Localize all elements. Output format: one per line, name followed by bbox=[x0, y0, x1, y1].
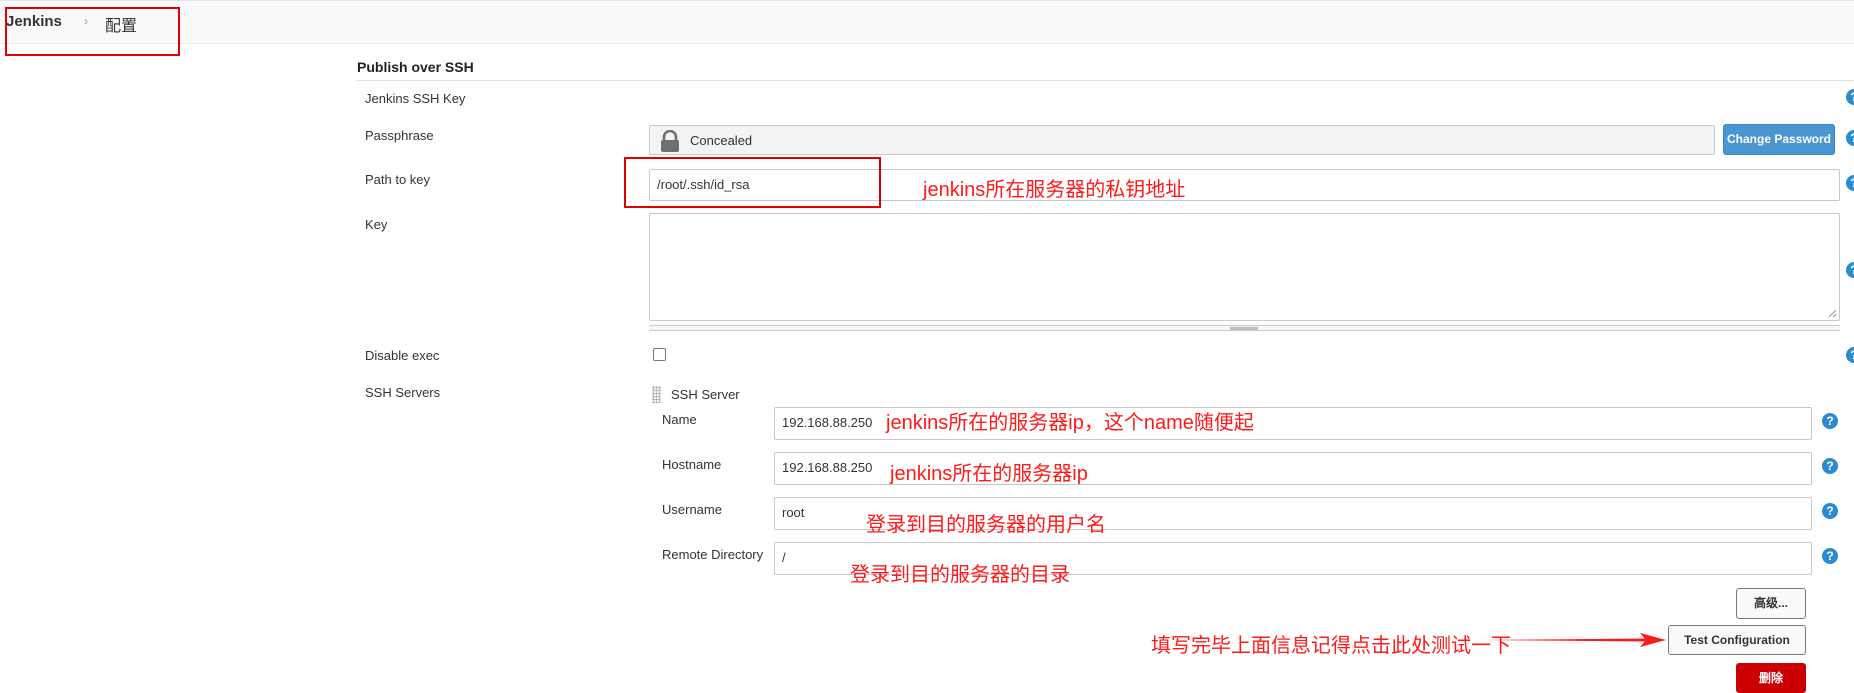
remote-directory-label: Remote Directory bbox=[662, 547, 764, 562]
ssh-servers-label: SSH Servers bbox=[365, 385, 441, 400]
ssh-key-label: Jenkins SSH Key bbox=[365, 91, 466, 106]
lock-icon bbox=[661, 130, 679, 152]
hostname-label: Hostname bbox=[662, 457, 722, 472]
annotation-path: jenkins所在服务器的私钥地址 bbox=[923, 179, 1186, 201]
help-icon-disable-exec[interactable]: ? bbox=[1846, 347, 1854, 363]
help-icon-username[interactable]: ? bbox=[1822, 503, 1838, 519]
help-icon-ssh-key[interactable]: ? bbox=[1846, 89, 1854, 105]
passphrase-value: Concealed bbox=[690, 133, 753, 148]
resize-handle-icon[interactable] bbox=[1827, 308, 1837, 318]
help-icon-remote-directory[interactable]: ? bbox=[1822, 548, 1838, 564]
help-icon-path[interactable]: ? bbox=[1846, 175, 1854, 191]
section-divider bbox=[357, 80, 1854, 81]
annotation-test: 填写完毕上面信息记得点击此处测试一下 bbox=[1151, 635, 1511, 657]
help-icon-server-name[interactable]: ? bbox=[1822, 413, 1838, 429]
section-title: Publish over SSH bbox=[357, 59, 474, 75]
annotation-hostname: jenkins所在的服务器ip bbox=[890, 463, 1088, 485]
ssh-server-title: SSH Server bbox=[671, 387, 740, 402]
grip-icon bbox=[1230, 327, 1258, 330]
key-label: Key bbox=[365, 217, 388, 232]
delete-button[interactable]: 删除 bbox=[1736, 663, 1806, 693]
disable-exec-checkbox[interactable] bbox=[653, 348, 666, 361]
username-label: Username bbox=[662, 502, 722, 517]
server-name-label: Name bbox=[662, 412, 697, 427]
help-icon-hostname[interactable]: ? bbox=[1822, 458, 1838, 474]
help-icon-key[interactable]: ? bbox=[1846, 262, 1854, 278]
path-to-key-label: Path to key bbox=[365, 172, 431, 187]
annotation-username: 登录到目的服务器的用户名 bbox=[866, 514, 1106, 536]
annotation-remote-directory: 登录到目的服务器的目录 bbox=[850, 564, 1070, 586]
annotation-box-path bbox=[624, 157, 881, 208]
help-icon-passphrase[interactable]: ? bbox=[1846, 130, 1854, 146]
drag-handle-icon[interactable] bbox=[652, 386, 661, 403]
test-configuration-button[interactable]: Test Configuration bbox=[1668, 625, 1806, 655]
disable-exec-label: Disable exec bbox=[365, 348, 440, 363]
annotation-box-breadcrumb bbox=[5, 7, 180, 56]
change-password-button[interactable]: Change Password bbox=[1723, 124, 1835, 155]
advanced-button[interactable]: 高级... bbox=[1736, 588, 1806, 619]
key-textarea[interactable] bbox=[649, 213, 1840, 321]
arrow-right-icon bbox=[1480, 633, 1666, 647]
passphrase-label: Passphrase bbox=[365, 128, 434, 143]
passphrase-concealed-field: Concealed bbox=[649, 125, 1715, 155]
annotation-name: jenkins所在的服务器ip，这个name随便起 bbox=[886, 412, 1254, 434]
breadcrumb-bar bbox=[0, 0, 1854, 44]
